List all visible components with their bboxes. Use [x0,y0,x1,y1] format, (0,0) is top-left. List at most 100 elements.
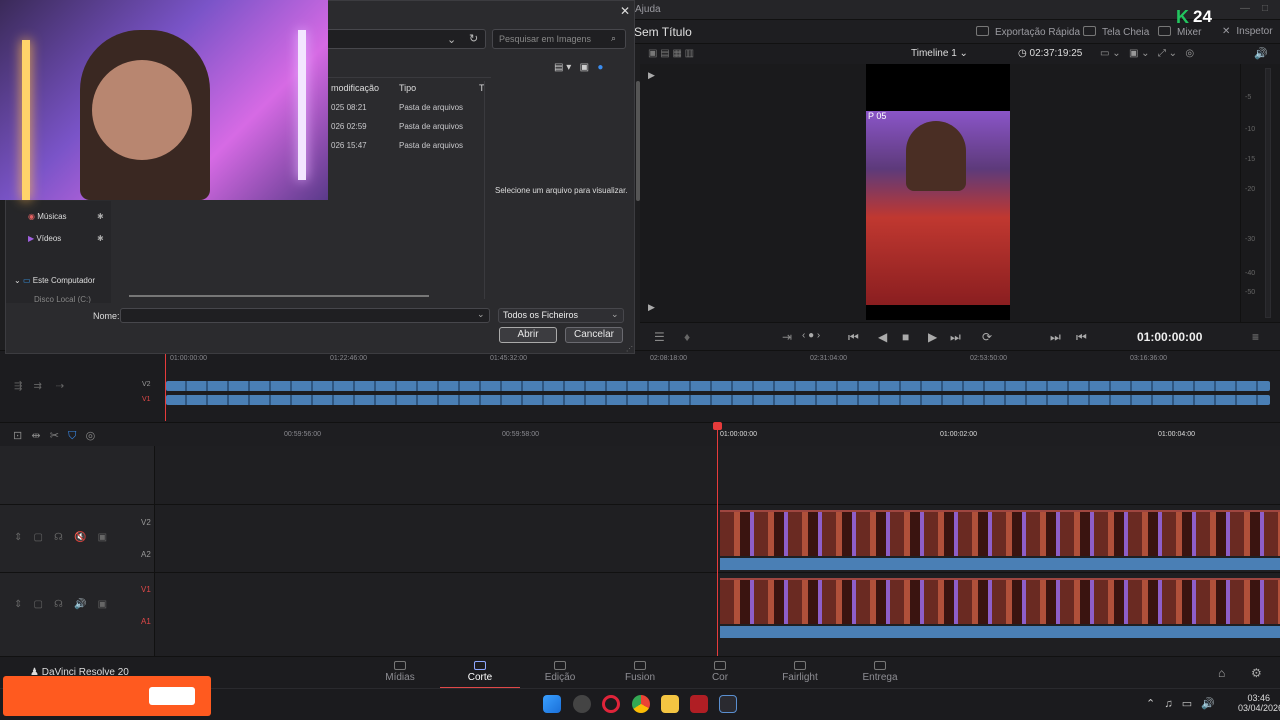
gear-icon[interactable]: ⚙ [1251,666,1262,680]
full-screen-button[interactable]: Tela Cheia [1083,26,1149,38]
clock-time: 03:46 [1247,693,1270,703]
opera-icon[interactable] [602,695,620,713]
mic-icon[interactable]: ♦ [684,330,690,344]
menu-icon[interactable]: ≡ [1252,330,1259,344]
minimize-icon[interactable]: — [1240,3,1250,14]
timeline-selector[interactable]: Timeline 1 ⌄ [911,48,968,59]
file-row[interactable]: 026 02:59 Pasta de arquivos [331,122,491,136]
track-controls-v1[interactable]: ⇕ ▢ ☊ 🔊 ▣ [14,599,107,610]
resize-grip-icon[interactable]: ⋰ [626,345,633,353]
ruler-label: 01:00:00:00 [720,431,757,438]
clip-v1-video[interactable] [720,578,1280,624]
address-bar[interactable]: ⌄ ↻ [326,29,486,49]
play-marker-icon-2[interactable]: ▶ [648,302,655,313]
color-icon [714,661,726,670]
view-options[interactable]: ▭ ⌄ ▣ ⌄ ⤢ ⌄ ◎ [1100,48,1194,59]
stop-icon[interactable]: ■ [902,330,909,344]
skip-start-icon[interactable]: ⏮ [848,330,859,345]
fusion-icon [634,661,646,670]
resolve-taskbar-icon[interactable] [719,695,737,713]
search-input[interactable]: Pesquisar em Imagens ⌕ [492,29,626,49]
main-playhead[interactable] [717,424,718,656]
upper-playhead[interactable] [165,353,166,421]
audio-meters: -5 -10 -15 -20 -30 -40 -50 [1240,64,1280,322]
page-label: Mídias [385,672,415,683]
play-icon[interactable]: ▶ [928,330,937,344]
nav-this-pc[interactable]: ⌄ ▭ Este Computador [14,276,95,285]
horizontal-scrollbar[interactable] [129,295,429,297]
deliver-icon [874,661,886,670]
meter-bar [1265,68,1271,318]
nav-drive[interactable]: Disco Local (C:) [34,295,91,303]
column-modified[interactable]: modificação [331,83,379,93]
cancel-button[interactable]: Cancelar [565,327,623,343]
clip-a2-audio[interactable] [720,558,1280,570]
pin-icon: ✱ [97,212,104,221]
upper-clip-v1[interactable] [166,395,1270,405]
skip-end-icon[interactable]: ⏭ [950,330,961,345]
page-cut[interactable]: Corte [440,661,520,689]
menu-help[interactable]: Ajuda [635,4,661,15]
filename-input[interactable]: ⌄ [120,308,490,323]
file-row[interactable]: 025 08:21 Pasta de arquivos [331,103,491,117]
mixer-label: Mixer [1177,27,1202,38]
page-deliver[interactable]: Entrega [840,661,920,683]
track-label-v2-lower: V2 [141,518,151,527]
frame-overlay-text: P 05 [868,111,887,121]
track-tool-icons[interactable]: ⇶ ⇉ ⇢ [14,381,64,392]
chevron-down-icon[interactable]: ⌄ [447,33,456,46]
chatgpt-icon[interactable] [573,695,591,713]
clock[interactable]: 03:46 03/04/2026 [1238,693,1280,713]
folder-icon[interactable] [661,695,679,713]
track-controls-v2[interactable]: ⇕ ▢ ☊ 🔇 ▣ [14,532,107,543]
chevron-down-icon: ⌄ [611,309,619,319]
home-icon[interactable]: ⌂ [1218,666,1225,680]
chevron-down-icon[interactable]: ⌄ [477,309,485,320]
tray-icons[interactable]: ⌃ ♫ ▭ 🔊 [1146,697,1215,710]
meter-tick: -20 [1245,186,1256,193]
reverse-icon[interactable]: ◀ [878,330,887,344]
refresh-icon[interactable]: ↻ [469,32,478,45]
clip-a1-audio[interactable] [720,626,1280,638]
column-type[interactable]: Tipo [399,83,416,93]
play-marker-icon[interactable]: ▶ [648,70,655,81]
chrome-icon[interactable] [632,695,650,713]
maximize-icon[interactable]: □ [1262,3,1268,14]
close-icon[interactable]: ✕ [620,4,630,18]
scrollbar[interactable] [636,81,640,201]
prev-clip-icon[interactable]: ⏮ [1076,330,1087,345]
page-fusion[interactable]: Fusion [600,661,680,683]
open-button[interactable]: Abrir [499,327,557,343]
nav-music[interactable]: ◉ Músicas [28,212,67,221]
settings-sliders-icon[interactable]: ☰ [654,330,665,344]
app-icon[interactable] [690,695,708,713]
page-edit[interactable]: Edição [520,661,600,683]
next-clip-icon[interactable]: ⏭ [1050,330,1061,345]
view-mode-icon[interactable]: ▤ ▾ ▣ ● [554,62,603,73]
speaker-icon[interactable]: 🔊 [1254,47,1268,60]
inspector-button[interactable]: ✕ Inspetor [1222,26,1273,37]
file-type-select[interactable]: Todos os Ficheiros ⌄ [498,308,624,323]
playhead-handle[interactable] [713,422,722,430]
main-timeline[interactable] [155,422,1280,656]
timeline-tool-icons[interactable]: ⊡ ⇹ ✂ ⛉ ◎ [13,429,95,443]
clip-v2-video[interactable] [720,510,1280,556]
viewer-toolbar: ▣ ▤ ▦ ▥ Timeline 1 ⌄ ◷ 02:37:19:25 ▭ ⌄ ▣… [640,44,1280,64]
quick-export-button[interactable]: Exportação Rápida [976,26,1080,38]
ruler-label: 01:45:32:00 [490,355,527,362]
page-color[interactable]: Cor [680,661,760,683]
file-row[interactable]: 026 15:47 Pasta de arquivos [331,141,491,155]
upper-timeline[interactable]: 01:00:00:00 01:22:46:00 01:45:32:00 02:0… [0,350,1280,422]
upper-clip-v2[interactable] [166,381,1270,391]
start-icon[interactable] [543,695,561,713]
video-frame[interactable]: P 05 [866,64,1010,320]
name-label: Nome: [93,311,120,321]
loop-icon[interactable]: ⟳ [982,330,992,344]
page-fairlight[interactable]: Fairlight [760,661,840,683]
nav-videos[interactable]: ▶ Vídeos [28,234,61,243]
page-media[interactable]: Mídias [360,661,440,683]
trim-icon[interactable]: ⇥ [782,330,792,344]
file-type-value: Todos os Ficheiros [503,310,579,320]
jog-control[interactable]: ‹ ● › [802,330,820,341]
layout-icons[interactable]: ▣ ▤ ▦ ▥ [648,48,694,59]
